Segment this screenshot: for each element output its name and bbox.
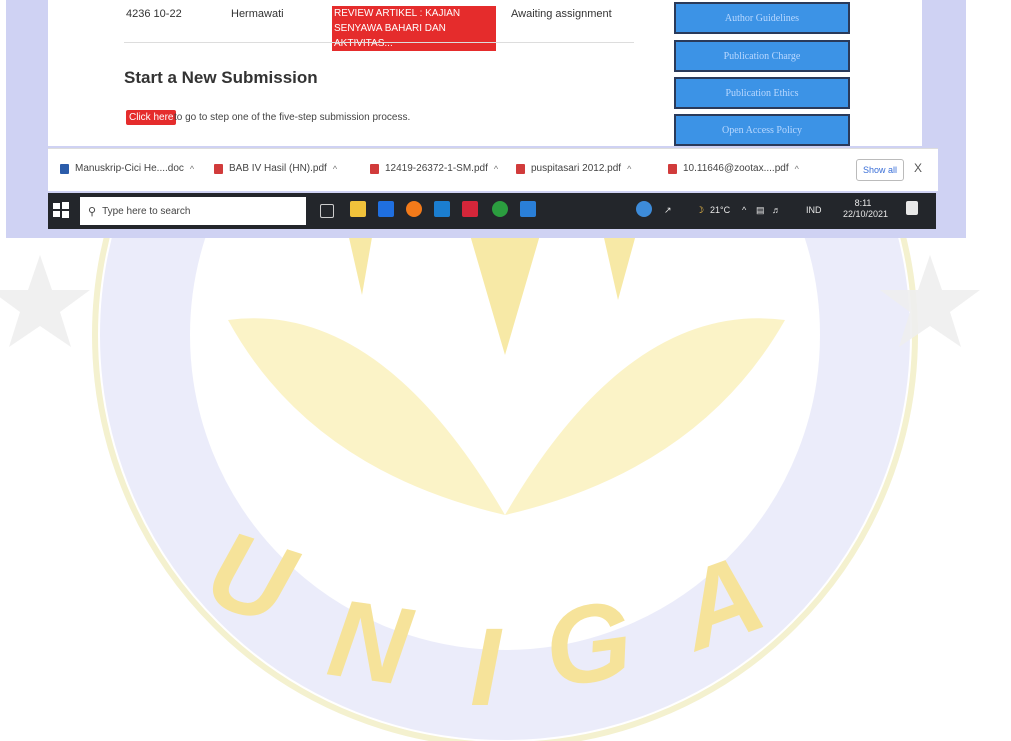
downloads-bar: Manuskrip-Cici He....doc ^ BAB IV Hasil … [48, 148, 938, 191]
app-tray-icon[interactable] [636, 201, 652, 217]
clock[interactable]: 8:11 22/10/2021 [843, 198, 888, 220]
chevron-up-icon[interactable]: ^ [190, 164, 194, 174]
chevron-up-icon[interactable]: ^ [494, 164, 498, 174]
download-item[interactable]: BAB IV Hasil (HN).pdf ^ [214, 163, 337, 174]
submission-id-number: 4236 [126, 8, 151, 20]
pdf-icon [668, 163, 677, 174]
weather-icon[interactable]: ☽ [696, 205, 704, 216]
publication-ethics-button[interactable]: Publication Ethics [674, 77, 850, 109]
clock-time: 8:11 [854, 198, 872, 208]
download-filename: 10.11646@zootax....pdf [683, 163, 789, 174]
tray-chevron-icon[interactable]: ^ [742, 205, 746, 215]
download-filename: 12419-26372-1-SM.pdf [385, 163, 488, 174]
weather-temperature[interactable]: 21°C [710, 205, 730, 215]
author-guidelines-button[interactable]: Author Guidelines [674, 2, 850, 34]
volume-icon[interactable]: ♬ [772, 205, 781, 215]
chevron-up-icon[interactable]: ^ [627, 164, 631, 174]
open-access-policy-button[interactable]: Open Access Policy [674, 114, 850, 146]
download-item[interactable]: Manuskrip-Cici He....doc ^ [60, 163, 194, 174]
new-submission-description: to go to step one of the five-step submi… [174, 112, 411, 123]
file-explorer-icon[interactable] [350, 201, 366, 217]
pdf-icon [214, 163, 223, 174]
chrome-icon[interactable] [492, 201, 508, 217]
row-divider [124, 42, 634, 43]
pdf-icon [370, 163, 379, 174]
firefox-icon[interactable] [406, 201, 422, 217]
language-indicator[interactable]: IND [806, 205, 822, 215]
submission-id: 4236 10-22 [126, 8, 182, 20]
download-item[interactable]: 12419-26372-1-SM.pdf ^ [370, 163, 498, 174]
photos-icon[interactable] [520, 201, 536, 217]
watermark-star-left [0, 255, 90, 347]
pdf-icon [516, 163, 525, 174]
journal-page-content: 4236 10-22 Hermawati REVIEW ARTIKEL : KA… [48, 0, 922, 146]
search-placeholder: Type here to search [102, 205, 191, 217]
network-icon[interactable]: ▤ [756, 205, 765, 216]
windows-taskbar: ⚲ Type here to search ↗ ☽ 21°C ^ ▤ ♬ IND… [48, 193, 936, 229]
download-item[interactable]: puspitasari 2012.pdf ^ [516, 163, 631, 174]
word-doc-icon [60, 163, 69, 174]
download-filename: puspitasari 2012.pdf [531, 163, 622, 174]
task-view-icon[interactable] [320, 204, 334, 218]
word-icon[interactable] [434, 201, 450, 217]
download-filename: Manuskrip-Cici He....doc [75, 163, 184, 174]
windows-start-icon[interactable] [52, 201, 70, 219]
close-icon[interactable]: X [914, 161, 922, 175]
watermark-letter-i: I [470, 606, 503, 729]
show-all-button[interactable]: Show all [856, 159, 904, 181]
people-icon[interactable]: ↗ [664, 205, 672, 216]
publication-charge-button[interactable]: Publication Charge [674, 40, 850, 72]
click-here-button[interactable]: Click here [126, 110, 177, 125]
browser-screenshot: 4236 10-22 Hermawati REVIEW ARTIKEL : KA… [6, 0, 966, 238]
search-icon: ⚲ [88, 205, 97, 218]
watermark-spike-center [470, 235, 540, 355]
submission-status: Awaiting assignment [511, 8, 612, 20]
download-filename: BAB IV Hasil (HN).pdf [229, 163, 327, 174]
new-submission-heading: Start a New Submission [124, 68, 318, 87]
submission-date: 10-22 [153, 8, 182, 20]
chevron-up-icon[interactable]: ^ [333, 164, 337, 174]
submission-table-row[interactable]: 4236 10-22 Hermawati REVIEW ARTIKEL : KA… [126, 4, 686, 51]
download-item[interactable]: 10.11646@zootax....pdf ^ [668, 163, 799, 174]
submission-author: Hermawati [231, 8, 284, 20]
notifications-icon[interactable] [906, 201, 918, 215]
clock-date: 22/10/2021 [843, 209, 889, 219]
watermark-letter-g: G [537, 577, 639, 711]
mendeley-icon[interactable] [462, 201, 478, 217]
taskbar-search-box[interactable]: ⚲ Type here to search [80, 197, 306, 225]
submission-title-link[interactable]: REVIEW ARTIKEL : KAJIAN SENYAWA BAHARI D… [332, 6, 496, 51]
chevron-up-icon[interactable]: ^ [795, 164, 799, 174]
dropbox-icon[interactable] [378, 201, 394, 217]
